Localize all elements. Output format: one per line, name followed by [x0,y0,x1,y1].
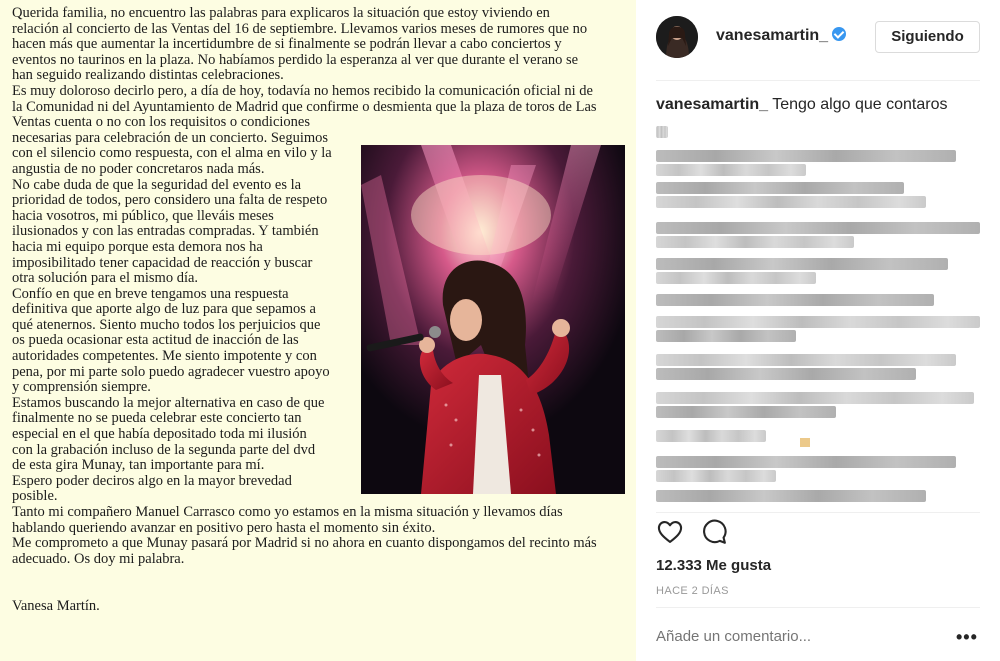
letter-line: Ventas cuenta o no con los requisitos o … [12,114,310,131]
letter-bottom-block: Tanto mi compañero Manuel Carrasco como … [12,504,626,567]
letter-line: adecuado. Os doy mi palabra. [12,550,185,567]
post-image-letter: Querida familia, no encuentro las palabr… [0,0,636,661]
blurred-comment [656,392,974,404]
caption-text: Tengo algo que contaros [772,96,948,113]
likes-count[interactable]: 12.333 Me gusta [656,557,771,574]
letter-line: prioridad de todos, pero considero una f… [12,192,328,209]
blurred-comment [656,406,836,418]
blurred-comment [656,470,776,482]
letter-line: hablando queriendo avanzar en positivo p… [12,519,436,536]
letter-line: otra solución para el mismo día. [12,270,199,287]
letter-line: Es muy doloroso decirlo pero, a día de h… [12,82,593,99]
blurred-comment [656,368,916,380]
blurred-comment [656,164,806,176]
letter-line: angustia de no poder concretaros nada má… [12,160,265,177]
instagram-post-view: Querida familia, no encuentro las palabr… [0,0,1000,661]
post-actions [656,518,856,548]
blurred-comment [656,430,766,442]
divider [656,607,980,608]
blurred-comment [656,354,956,366]
letter-line: relación al concierto de las Ventas del … [12,20,588,37]
letter-line: hacen más que aumentar la incertidumbre … [12,36,562,53]
letter-line: imposibilitado tener capacidad de reacci… [12,254,313,271]
more-options-icon[interactable]: ••• [956,628,978,646]
singer-concert-photo [361,145,625,494]
blurred-comment [656,272,816,284]
blurred-comment [656,330,796,342]
blurred-comment [656,222,980,234]
post-header: vanesamartin_ Siguiendo [656,14,980,64]
username-link[interactable]: vanesamartin_ [716,27,847,45]
blurred-comment [656,294,934,306]
post-sidebar: vanesamartin_ Siguiendo vanesamartin_ Te… [636,0,1000,661]
letter-line: especial en el que había depositado toda… [12,426,307,443]
letter-line: No cabe duda de que la seguridad del eve… [12,176,302,193]
post-timestamp[interactable]: HACE 2 DÍAS [656,585,729,597]
letter-line: pena, por mi parte solo puedo agradecer … [12,363,330,380]
blurred-comment [656,258,948,270]
letter-line: con el silencio como respuesta, con el a… [12,145,332,162]
letter-line: Querida familia, no encuentro las palabr… [12,5,550,21]
blurred-comment [656,126,668,138]
blurred-comment [656,316,980,328]
avatar[interactable] [656,16,698,58]
letter-line: Confío en que en breve tengamos una resp… [12,285,289,302]
letter-line: hacia mi equipo porque esta demora nos h… [12,238,263,255]
letter-line: Espero poder deciros algo en la mayor br… [12,472,292,489]
blurred-comment [656,182,904,194]
verified-badge-icon [832,27,847,41]
letter-line: con la grabación incluso de la segunda p… [12,441,316,458]
letter-line: han seguido realizando distintas celebra… [12,67,284,84]
comments-blurred-area [656,124,980,512]
caption-username[interactable]: vanesamartin_ [656,96,768,113]
letter-line: qué atenernos. Siento mucho todos los pe… [12,316,321,333]
letter-line: hacia vosotros, mi público, que lleváis … [12,207,274,224]
divider [656,512,980,513]
letter-line: autoridades competentes. Me siento impot… [12,348,317,365]
letter-line: ilusionados y con las entradas compradas… [12,223,319,240]
blurred-comment [656,236,854,248]
letter-line: Tanto mi compañero Manuel Carrasco como … [12,504,563,520]
add-comment-input[interactable] [656,628,918,645]
blurred-comment [656,490,926,502]
letter-line: la Comunidad ni del Ayuntamiento de Madr… [12,98,597,115]
letter-line: y comprensión siempre. [12,379,151,396]
heart-icon[interactable] [656,518,686,548]
letter-line: de esta gira Munay, tan importante para … [12,457,265,474]
letter-line: necesarias para celebración de un concie… [12,129,329,146]
letter-line: Me comprometo a que Munay pasará por Mad… [12,535,597,552]
post-caption: vanesamartin_ Tengo algo que contaros [656,96,947,114]
letter-line: definitiva que aporte algo de luz para q… [12,301,316,318]
letter-line: eventos no taurinos en la plaza. No habí… [12,51,579,68]
divider [656,80,980,81]
username-text: vanesamartin_ [716,27,829,44]
letter-line: finalmente no se pueda celebrar este con… [12,410,302,427]
comment-icon[interactable] [700,518,730,548]
letter-line: Estamos buscando la mejor alternativa en… [12,394,325,411]
letter-line: posible. [12,488,58,505]
blurred-comment [656,196,926,208]
letter-signature: Vanesa Martín. [12,598,100,615]
following-button[interactable]: Siguiendo [875,21,980,53]
letter-line: os pueda ocasionar esta actitud de inacc… [12,332,299,349]
blurred-emoji [800,438,810,447]
letter-narrow-block: necesarias para celebración de un concie… [12,129,350,505]
blurred-comment [656,150,956,162]
blurred-comment [656,456,956,468]
letter-top-block: Querida familia, no encuentro las palabr… [12,5,626,131]
